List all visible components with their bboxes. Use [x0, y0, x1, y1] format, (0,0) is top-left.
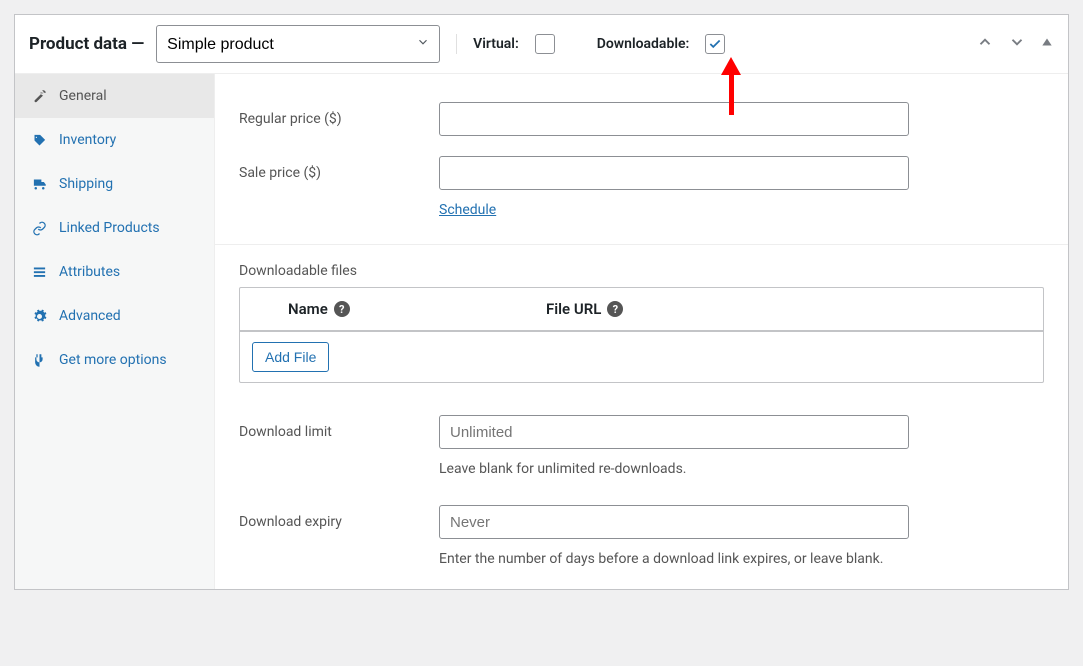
- sidebar-item-linked[interactable]: Linked Products: [15, 206, 214, 250]
- sidebar-item-label: Advanced: [59, 308, 121, 324]
- sidebar-item-label: Linked Products: [59, 220, 160, 236]
- product-type-select[interactable]: Simple product: [156, 25, 440, 63]
- separator: [456, 34, 457, 54]
- help-icon[interactable]: ?: [607, 301, 623, 317]
- virtual-label: Virtual:: [473, 36, 519, 52]
- sidebar: General Inventory Shipping Linked Produc…: [15, 74, 215, 589]
- sale-price-label: Sale price ($): [239, 165, 439, 181]
- gear-icon: [31, 309, 47, 324]
- sale-price-input[interactable]: [439, 156, 909, 190]
- virtual-checkbox[interactable]: [535, 34, 555, 54]
- downloadable-files-table: Name ? File URL ? Add File: [239, 287, 1044, 383]
- panel-body: General Inventory Shipping Linked Produc…: [15, 73, 1068, 589]
- sidebar-item-shipping[interactable]: Shipping: [15, 162, 214, 206]
- panel-header: Product data — Simple product Virtual: D…: [15, 15, 1068, 73]
- panel-controls: [976, 33, 1054, 55]
- download-expiry-input[interactable]: [439, 505, 909, 539]
- sidebar-item-more[interactable]: Get more options: [15, 338, 214, 382]
- move-down-icon[interactable]: [1008, 33, 1026, 55]
- download-limit-row: Download limit: [215, 405, 1068, 459]
- sidebar-item-label: Attributes: [59, 264, 120, 280]
- wrench-icon: [31, 89, 47, 104]
- sidebar-item-label: General: [59, 88, 107, 104]
- download-limit-input[interactable]: [439, 415, 909, 449]
- downloadable-checkbox[interactable]: [705, 34, 725, 54]
- panel-title: Product data —: [29, 34, 144, 54]
- download-limit-label: Download limit: [239, 424, 439, 440]
- download-expiry-help: Enter the number of days before a downlo…: [215, 545, 1068, 567]
- add-file-button[interactable]: Add File: [252, 342, 329, 372]
- downloadable-files-label: Downloadable files: [215, 263, 1068, 287]
- regular-price-input[interactable]: [439, 102, 909, 136]
- help-icon[interactable]: ?: [334, 301, 350, 317]
- collapse-icon[interactable]: [1040, 35, 1054, 53]
- download-limit-help: Leave blank for unlimited re-downloads.: [215, 455, 1068, 477]
- col-name-label: Name: [288, 300, 328, 318]
- tag-icon: [31, 133, 47, 148]
- plug-icon: [31, 353, 47, 368]
- product-data-panel: Product data — Simple product Virtual: D…: [14, 14, 1069, 590]
- table-header: Name ? File URL ?: [240, 288, 1043, 332]
- sidebar-item-advanced[interactable]: Advanced: [15, 294, 214, 338]
- truck-icon: [31, 177, 47, 192]
- sidebar-item-inventory[interactable]: Inventory: [15, 118, 214, 162]
- sidebar-item-label: Inventory: [59, 132, 116, 148]
- schedule-link[interactable]: Schedule: [439, 202, 496, 218]
- regular-price-label: Regular price ($): [239, 111, 439, 127]
- download-expiry-label: Download expiry: [239, 514, 439, 530]
- list-icon: [31, 265, 47, 280]
- content-area: Regular price ($) Sale price ($) Schedul…: [215, 74, 1068, 589]
- sidebar-item-general[interactable]: General: [15, 74, 214, 118]
- downloadable-label: Downloadable:: [597, 36, 690, 52]
- download-expiry-row: Download expiry: [215, 495, 1068, 549]
- move-up-icon[interactable]: [976, 33, 994, 55]
- sale-price-row: Sale price ($): [215, 146, 1068, 200]
- col-url-label: File URL: [546, 300, 601, 318]
- sidebar-item-attributes[interactable]: Attributes: [15, 250, 214, 294]
- link-icon: [31, 221, 47, 236]
- sidebar-item-label: Get more options: [59, 352, 167, 368]
- sidebar-item-label: Shipping: [59, 176, 113, 192]
- regular-price-row: Regular price ($): [215, 92, 1068, 146]
